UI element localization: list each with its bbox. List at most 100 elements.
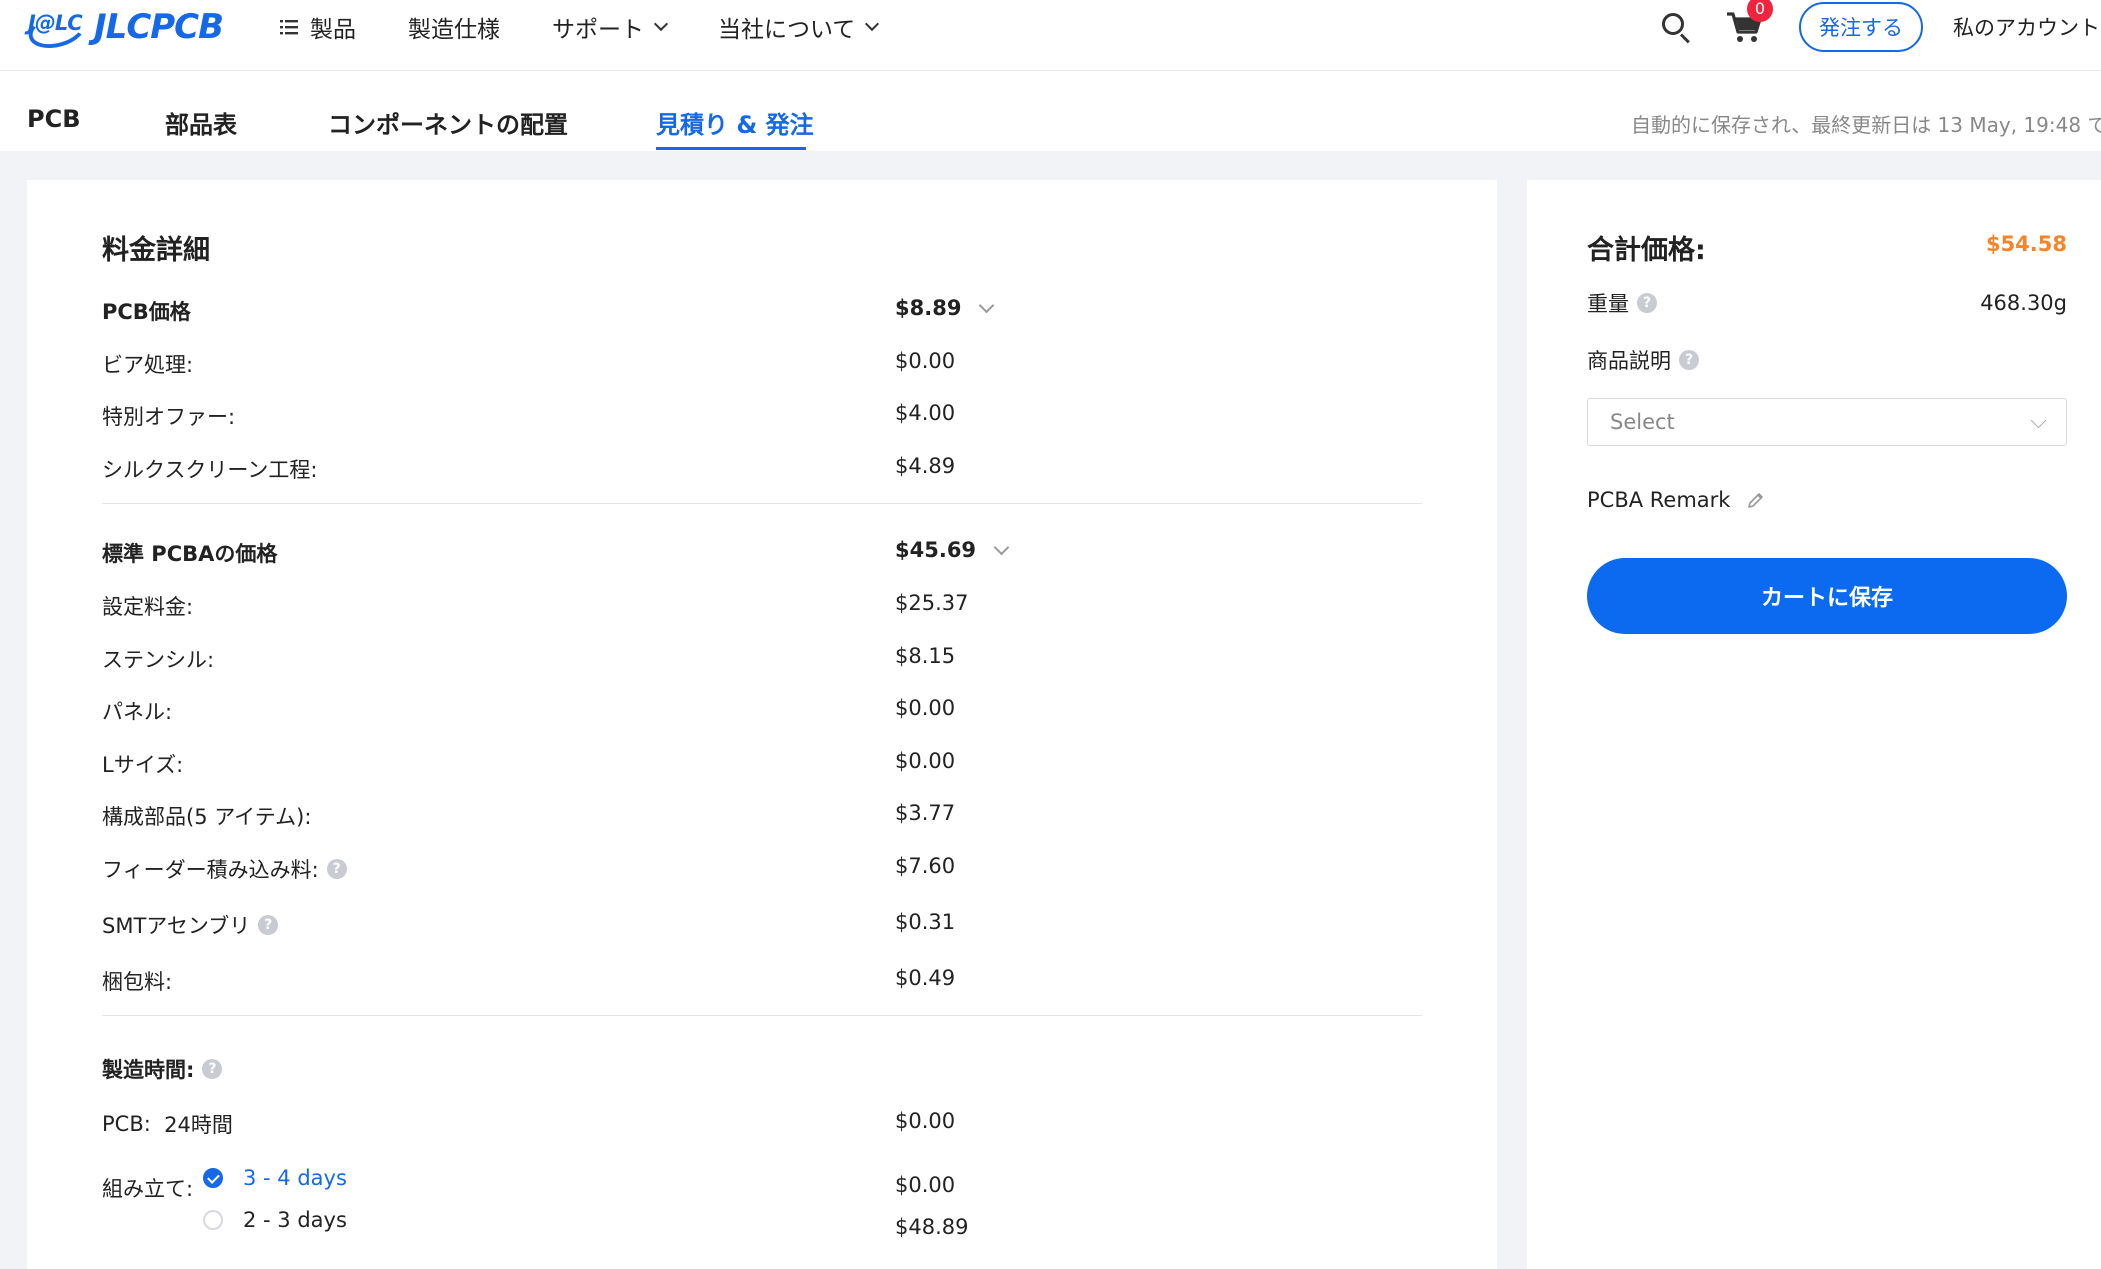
nav-products-label: 製品 <box>310 17 356 43</box>
nav-support-label: サポート <box>552 17 644 43</box>
nav-capabilities-label: 製造仕様 <box>408 17 500 43</box>
tab-pcb[interactable]: PCB <box>27 105 81 133</box>
tab-quote-order[interactable]: 見積り & 発注 <box>656 105 814 140</box>
logo-badge: J@LC <box>24 5 90 54</box>
chevron-down-icon <box>865 16 880 32</box>
chevron-down-icon <box>653 16 669 32</box>
chevron-down-icon[interactable] <box>993 539 1010 555</box>
tab-bom[interactable]: 部品表 <box>165 105 237 140</box>
list-item: SMTアセンブリ? $0.31 <box>102 904 1422 944</box>
select-placeholder: Select <box>1610 410 1675 434</box>
list-item: ステンシル: $8.15 <box>102 638 1422 678</box>
search-icon[interactable] <box>1661 12 1691 44</box>
line-item-label: パネル: <box>102 700 173 724</box>
assembly-option-row-2: $48.89 <box>102 1209 1422 1249</box>
step-tabs: PCB 部品表 コンポーネントの配置 見積り & 発注 自動的に保存され、最終更… <box>0 71 2101 151</box>
pcb-build-time-label: PCB: 24時間 <box>102 1109 233 1139</box>
list-item: ビア処理: $0.00 <box>102 343 1422 383</box>
assembly-option-value: $48.89 <box>895 1215 969 1239</box>
product-description-select[interactable]: Select <box>1587 398 2067 446</box>
pcb-build-label: PCB: <box>102 1112 151 1136</box>
weight-value: 468.30g <box>1980 291 2067 315</box>
line-item-value: $0.00 <box>895 349 956 373</box>
pcba-remark-label: PCBA Remark <box>1587 488 1731 512</box>
tab-component-placement[interactable]: コンポーネントの配置 <box>328 105 568 140</box>
list-item: 構成部品(5 アイテム): $3.77 <box>102 795 1422 835</box>
build-time-row: 製造時間:? <box>102 1048 1422 1088</box>
save-to-cart-button[interactable]: カートに保存 <box>1587 558 2067 634</box>
line-item-value: $0.00 <box>895 749 956 773</box>
line-item-value: $4.89 <box>895 454 956 478</box>
radio-checked-icon[interactable] <box>203 1168 223 1188</box>
list-item: Lサイズ: $0.00 <box>102 743 1422 783</box>
cart-button[interactable]: 0 <box>1725 0 1773 44</box>
pcb-build-time-row: PCB: 24時間 $0.00 <box>102 1103 1422 1143</box>
assembly-label: 組み立て: <box>102 1177 194 1201</box>
help-icon[interactable]: ? <box>258 915 279 935</box>
list-item: 特別オファー: $4.00 <box>102 395 1422 435</box>
cost-details-title: 料金詳細 <box>102 235 210 266</box>
order-summary-card: 合計価格: $54.58 重量? 468.30g 商品説明? Select PC… <box>1527 180 2101 1269</box>
line-item-value: $3.77 <box>895 801 956 825</box>
pcb-price-label: PCB価格 <box>102 300 191 324</box>
build-time-text: 製造時間: <box>102 1058 195 1082</box>
pcba-price-row[interactable]: 標準 PCBAの価格 $45.69 <box>102 532 1422 572</box>
total-price-label: 合計価格: <box>1587 235 1706 266</box>
my-account-link[interactable]: 私のアカウント <box>1953 12 2101 42</box>
line-item-label: 特別オファー: <box>102 405 236 429</box>
nav-support[interactable]: サポート <box>552 10 669 44</box>
line-item-value: $25.37 <box>895 591 969 615</box>
line-item-label: 構成部品(5 アイテム): <box>102 805 312 829</box>
section-divider <box>102 503 1422 504</box>
nav-capabilities[interactable]: 製造仕様 <box>408 10 500 44</box>
line-item-value: $0.00 <box>895 696 956 720</box>
description-label-text: 商品説明 <box>1587 349 1671 373</box>
logo-text: JLCPCB <box>94 7 224 47</box>
nav-products[interactable]: 製品 <box>280 10 356 44</box>
chevron-down-icon[interactable] <box>979 297 995 313</box>
logo-badge-text: J@LC <box>28 11 83 35</box>
top-header: J@LC JLCPCB 製品 製造仕様 サポート 当社について 0 発注する 私… <box>0 0 2101 71</box>
line-item-value: $7.60 <box>895 854 956 878</box>
pencil-icon[interactable] <box>1746 490 1766 510</box>
line-item-label: シルクスクリーン工程: <box>102 458 318 482</box>
line-item-label: 梱包料: <box>102 970 173 994</box>
help-icon[interactable]: ? <box>1679 350 1699 370</box>
nav-about-label: 当社について <box>718 17 856 43</box>
order-now-button[interactable]: 発注する <box>1799 2 1923 52</box>
nav-about[interactable]: 当社について <box>718 10 880 44</box>
pcba-price-amount: $45.69 <box>895 538 977 562</box>
line-item-label: ステンシル: <box>102 648 215 672</box>
cart-count-badge: 0 <box>1747 0 1773 22</box>
line-item-value: $0.31 <box>895 910 956 934</box>
list-item: パネル: $0.00 <box>102 690 1422 730</box>
description-row: 商品説明? <box>1587 345 2067 375</box>
assembly-option-value: $0.00 <box>895 1173 956 1197</box>
help-icon[interactable]: ? <box>326 859 347 879</box>
list-item: シルクスクリーン工程: $4.89 <box>102 448 1422 488</box>
jlcpcb-logo[interactable]: J@LC JLCPCB <box>24 2 224 54</box>
line-item-label: フィーダー積み込み料:? <box>102 854 347 884</box>
help-icon[interactable]: ? <box>1637 293 1657 313</box>
assembly-option-label: 3 - 4 days <box>243 1166 347 1190</box>
description-label: 商品説明? <box>1587 345 1699 375</box>
list-item: 梱包料: $0.49 <box>102 960 1422 1000</box>
section-divider <box>102 1015 1422 1016</box>
list-item: フィーダー積み込み料:? $7.60 <box>102 848 1422 888</box>
active-tab-indicator <box>656 147 806 150</box>
main-nav: 製品 製造仕様 サポート 当社について <box>280 0 929 54</box>
feeder-loading-label: フィーダー積み込み料: <box>102 858 319 882</box>
line-item-value: $8.15 <box>895 644 956 668</box>
smt-assembly-label: SMTアセンブリ <box>102 914 251 938</box>
line-item-label: 設定料金: <box>102 595 194 619</box>
help-icon[interactable]: ? <box>202 1059 223 1079</box>
chevron-down-icon <box>2030 412 2047 429</box>
pcba-remark[interactable]: PCBA Remark <box>1587 488 1766 512</box>
assembly-option-3-4-days[interactable]: 3 - 4 days <box>203 1160 347 1196</box>
total-price-value: $54.58 <box>1985 232 2067 256</box>
pcb-price-row[interactable]: PCB価格 $8.89 <box>102 290 1422 330</box>
weight-label: 重量? <box>1587 288 1657 318</box>
weight-row: 重量? 468.30g <box>1587 288 2067 318</box>
list-item: 設定料金: $25.37 <box>102 585 1422 625</box>
cost-details-card: 料金詳細 PCB価格 $8.89 ビア処理: $0.00 特別オファー: $4.… <box>27 180 1497 1269</box>
